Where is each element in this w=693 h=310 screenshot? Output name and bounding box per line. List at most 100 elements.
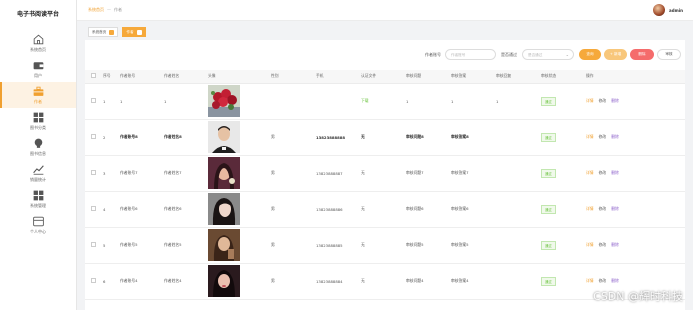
- detail-link[interactable]: 详情: [586, 242, 594, 247]
- sidebar-item-book-category[interactable]: 图书分类: [0, 108, 76, 134]
- delete-link[interactable]: 删除: [611, 170, 619, 175]
- status-badge: 通过: [541, 204, 556, 214]
- row-checkbox[interactable]: [91, 98, 96, 103]
- row-account: 作者账号5: [120, 227, 164, 264]
- user-name[interactable]: admin: [669, 8, 683, 13]
- row-gender: 男: [271, 227, 316, 264]
- row-cert: 无: [361, 191, 406, 228]
- column-header: 操作: [586, 70, 685, 84]
- author-photo-girl3: [208, 229, 240, 261]
- delete-link[interactable]: 删除: [611, 206, 619, 211]
- top-bar: 系统首页 — 作者 admin: [77, 0, 693, 21]
- table-row: 3 作者账号7 作者姓名7 男 13823888887 无 审核问题7 审核答案…: [85, 155, 685, 192]
- review-button[interactable]: 审核: [657, 49, 681, 60]
- sidebar-item-label: 图书信息: [30, 151, 46, 156]
- column-header: 认证文件: [361, 70, 406, 84]
- row-account: 作者账号6: [120, 191, 164, 228]
- author-account-input[interactable]: 作者账号: [445, 49, 496, 60]
- status-badge: 通过: [541, 276, 556, 286]
- download-link[interactable]: 下载: [361, 98, 369, 103]
- search-button[interactable]: 查询: [579, 49, 601, 60]
- breadcrumb-home[interactable]: 系统首页: [88, 7, 104, 12]
- row-index: 1: [103, 83, 120, 120]
- detail-link[interactable]: 详情: [586, 170, 594, 175]
- row-checkbox[interactable]: [91, 278, 96, 283]
- watermark: CSDN @辉时科技: [593, 290, 683, 303]
- delete-link[interactable]: 删除: [611, 242, 619, 247]
- tab-home[interactable]: 系统首页: [88, 27, 119, 37]
- column-header: 作者姓名: [164, 70, 208, 84]
- sidebar-item-home[interactable]: 系统首页: [0, 30, 76, 56]
- detail-link[interactable]: 详情: [586, 98, 594, 103]
- user-menu[interactable]: admin: [653, 4, 683, 16]
- status-badge: 通过: [541, 168, 556, 178]
- row-name: 作者姓名6: [164, 191, 208, 228]
- detail-link[interactable]: 详情: [586, 134, 594, 139]
- author-photo-girl4: [208, 265, 240, 297]
- status-badge: 通过: [541, 132, 556, 142]
- delete-link[interactable]: 删除: [611, 134, 619, 139]
- row-name: 作者姓名5: [164, 227, 208, 264]
- row-name: 作者姓名8: [164, 119, 208, 156]
- delete-link[interactable]: 删除: [611, 278, 619, 283]
- row-phone: 13823888886: [316, 191, 361, 228]
- breadcrumb: 系统首页 — 作者: [88, 7, 122, 13]
- edit-link[interactable]: 修改: [599, 170, 607, 175]
- row-checkbox[interactable]: [91, 170, 96, 175]
- tab-label: 系统首页: [92, 29, 107, 34]
- sidebar: 电子书阅读平台 系统首页 用户 作者 图书分类 图书信息 销量统计 系统管理 个…: [0, 0, 77, 310]
- close-icon[interactable]: [136, 29, 142, 35]
- row-index: 3: [103, 155, 120, 192]
- row-account: 1: [120, 83, 164, 120]
- row-account: 作者账号8: [120, 119, 164, 156]
- filter-toolbar: 作者账号 作者账号 是否通过 是否通过 ⌄ 查询 + 新增 删除 审核: [85, 49, 685, 61]
- column-header: 审核答案: [451, 70, 496, 84]
- close-icon[interactable]: [109, 29, 115, 35]
- table-row: 2 作者账号8 作者姓名8 男 13823888888 无 审核问题8 审核答案…: [85, 119, 685, 156]
- sidebar-item-users[interactable]: 用户: [0, 56, 76, 82]
- avatar[interactable]: [653, 4, 666, 16]
- row-checkbox[interactable]: [91, 206, 96, 211]
- review-status-select[interactable]: 是否通过 ⌄: [522, 49, 574, 60]
- select-all-header[interactable]: [85, 70, 103, 84]
- tab-authors[interactable]: 作者: [122, 27, 146, 37]
- row-question: 审核问题5: [406, 227, 451, 264]
- grid-icon: [33, 112, 43, 123]
- edit-link[interactable]: 修改: [599, 98, 607, 103]
- delete-button[interactable]: 删除: [630, 49, 654, 60]
- row-index: 6: [103, 263, 120, 300]
- author-photo-roses: [208, 85, 240, 117]
- grid-icon: [33, 190, 43, 201]
- detail-link[interactable]: 详情: [586, 206, 594, 211]
- row-gender: 男: [271, 155, 316, 192]
- row-question: 审核问题6: [406, 191, 451, 228]
- sidebar-item-book-info[interactable]: 图书信息: [0, 134, 76, 160]
- row-gender: 男: [271, 263, 316, 300]
- delete-link[interactable]: 删除: [611, 98, 619, 103]
- row-index: 2: [103, 119, 120, 156]
- row-gender: 男: [271, 191, 316, 228]
- row-index: 4: [103, 191, 120, 228]
- edit-link[interactable]: 修改: [599, 206, 607, 211]
- row-cert: 无: [361, 155, 406, 192]
- add-button[interactable]: + 新增: [604, 49, 627, 60]
- status-badge: 通过: [541, 96, 556, 106]
- column-header: 审核回复: [496, 70, 541, 84]
- row-checkbox[interactable]: [91, 134, 96, 139]
- sidebar-item-system[interactable]: 系统管理: [0, 186, 76, 212]
- edit-link[interactable]: 修改: [599, 278, 607, 283]
- sidebar-item-profile[interactable]: 个人中心: [0, 212, 76, 238]
- bulb-icon: [34, 138, 42, 148]
- edit-link[interactable]: 修改: [599, 134, 607, 139]
- sidebar-item-sales-stats[interactable]: 销量统计: [0, 160, 76, 186]
- sidebar-item-label: 用户: [34, 73, 42, 78]
- row-answer: 审核答案5: [451, 227, 496, 264]
- row-checkbox[interactable]: [91, 242, 96, 247]
- sidebar-item-authors[interactable]: 作者: [0, 82, 76, 108]
- row-reply: 1: [496, 83, 541, 120]
- table-row: 4 作者账号6 作者姓名6 男 13823888886 无 审核问题6 审核答案…: [85, 191, 685, 228]
- author-photo-girl2: [208, 193, 240, 225]
- edit-link[interactable]: 修改: [599, 242, 607, 247]
- detail-link[interactable]: 详情: [586, 278, 594, 283]
- select-all-checkbox[interactable]: [91, 73, 96, 79]
